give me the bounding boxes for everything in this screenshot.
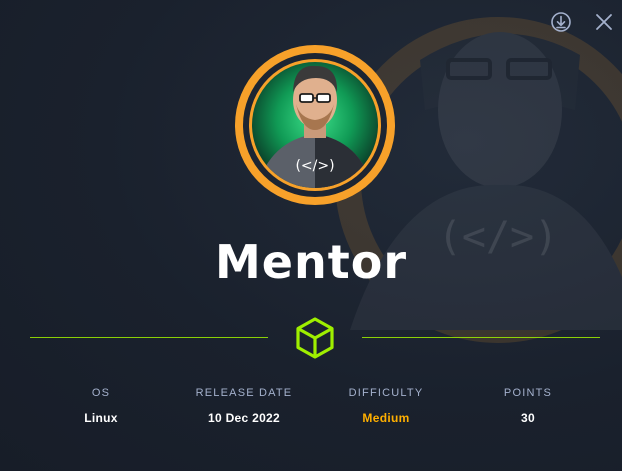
divider-left <box>30 337 268 338</box>
close-icon[interactable] <box>592 10 616 34</box>
machine-card: (</>) (</>) Mentor OS Linux RELEASE DATE… <box>0 0 622 471</box>
cube-icon <box>296 317 334 359</box>
stat-difficulty-value: Medium <box>362 411 410 425</box>
stat-difficulty-label: DIFFICULTY <box>348 387 424 399</box>
divider-right <box>362 337 600 338</box>
stat-os: OS Linux <box>31 386 171 425</box>
stat-points-value: 30 <box>521 411 535 425</box>
stat-os-label: OS <box>91 387 111 399</box>
stat-release-date-value: 10 Dec 2022 <box>207 411 281 425</box>
stat-os-value: Linux <box>84 411 118 425</box>
stat-release-date: RELEASE DATE 10 Dec 2022 <box>174 386 314 425</box>
machine-name: Mentor <box>215 235 407 289</box>
avatar-code-badge: (</>) <box>295 158 334 174</box>
stat-points: POINTS 30 <box>458 386 598 425</box>
stat-points-label: POINTS <box>503 387 553 399</box>
stat-release-date-label: RELEASE DATE <box>195 387 293 399</box>
download-icon[interactable] <box>549 10 573 34</box>
stat-difficulty: DIFFICULTY Medium <box>316 386 456 425</box>
machine-avatar: (</>) <box>235 45 395 205</box>
